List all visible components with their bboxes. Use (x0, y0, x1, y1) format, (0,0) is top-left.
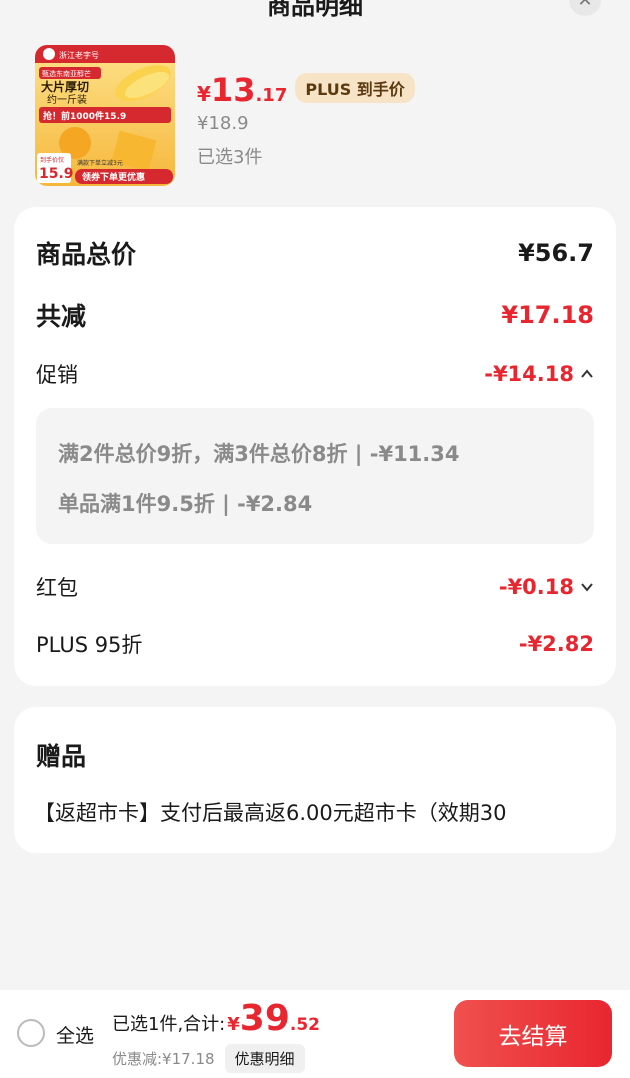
close-icon: ✕ (577, 0, 593, 11)
chevron-up-icon (581, 369, 593, 378)
product-summary: 浙江老字号 甄选东南亚醇芒 大片厚切 约一斤装 抢！前1000件15.9 到手价… (35, 45, 610, 187)
plus-discount-row: PLUS 95折 -¥2.82 (36, 629, 594, 659)
select-all-label[interactable]: 全选 (56, 1021, 94, 1048)
selected-count: 已选3件 (197, 147, 263, 168)
promo-details: 满2件总价9折，满3件总价8折 | -¥11.34 单品满1件9.5折 | -¥… (36, 408, 594, 544)
price-integer: 13 (210, 71, 256, 109)
brand-text: 浙江老字号 (59, 50, 99, 60)
redpacket-value: -¥0.18 (498, 575, 574, 599)
price-breakdown-card: 商品总价 ¥56.7 共减 ¥17.18 促销 -¥14.18 满2件总价9折，… (14, 207, 616, 686)
discount-detail-button[interactable]: 优惠明细 (224, 1044, 305, 1073)
promo-label: 促销 (36, 363, 78, 387)
gift-title: 赠品 (36, 742, 87, 771)
promo-text: 抢！前1000件15.9 (43, 110, 126, 122)
checkout-bar: 全选 已选1件,合计: ¥ 39 .52 优惠减:¥17.18 优惠明细 去结算 (0, 990, 630, 1078)
total-value: ¥56.7 (518, 239, 594, 267)
promo-detail-1: 满2件总价9折，满3件总价8折 | -¥11.34 (58, 442, 460, 466)
checkout-button[interactable]: 去结算 (454, 1000, 612, 1067)
reduce-row: 共减 ¥17.18 (36, 297, 594, 333)
reduce-value: ¥17.18 (501, 301, 594, 329)
reduce-label: 共减 (36, 302, 87, 331)
sum-label: 已选1件,合计: (112, 1014, 226, 1035)
sum-integer: 39 (239, 998, 290, 1039)
gift-card: 赠品 【返超市卡】支付后最高返6.00元超市卡（效期30 (14, 707, 616, 853)
discount-text: 优惠减:¥17.18 (112, 1050, 215, 1068)
image-price: 15.9 (39, 166, 74, 182)
plus-discount-value: -¥2.82 (518, 632, 594, 656)
gift-text: 【返超市卡】支付后最高返6.00元超市卡（效期30 (34, 801, 507, 825)
price-currency: ¥ (197, 82, 211, 106)
chevron-down-icon (581, 583, 593, 592)
headline-1: 大片厚切 (41, 79, 89, 94)
sub-text: 满款下单立减3元 (77, 159, 123, 167)
badge-text: 甄选东南亚醇芒 (42, 69, 91, 78)
promo-toggle[interactable]: -¥14.18 (484, 362, 594, 386)
sum-decimal: .52 (289, 1015, 321, 1035)
select-all-radio[interactable] (17, 1019, 45, 1047)
sum-row: 已选1件,合计: ¥ 39 .52 (112, 998, 320, 1039)
promo-detail-2: 单品满1件9.5折 | -¥2.84 (58, 492, 313, 516)
page-title: 商品明细 (267, 0, 363, 20)
plus-price: ¥ 13 .17 PLUS 到手价 (197, 71, 415, 109)
price-decimal: .17 (255, 85, 288, 106)
redpacket-toggle[interactable]: -¥0.18 (499, 575, 594, 599)
price-label: 到手价仅 (40, 156, 64, 164)
product-image[interactable]: 浙江老字号 甄选东南亚醇芒 大片厚切 约一斤装 抢！前1000件15.9 到手价… (35, 45, 175, 186)
original-price: ¥18.9 (197, 113, 249, 134)
sum-currency: ¥ (227, 1014, 240, 1035)
total-label: 商品总价 (36, 240, 137, 269)
plus-discount-label: PLUS 95折 (36, 633, 143, 657)
discount-row: 优惠减:¥17.18 优惠明细 (112, 1044, 305, 1073)
coupon-text: 领券下单更优惠 (82, 171, 145, 183)
promo-value: -¥14.18 (484, 362, 574, 386)
total-row: 商品总价 ¥56.7 (36, 235, 594, 271)
plus-price-tag: PLUS 到手价 (295, 73, 415, 103)
headline-2: 约一斤装 (47, 93, 87, 106)
promo-row[interactable]: 促销 -¥14.18 (36, 359, 594, 389)
redpacket-row[interactable]: 红包 -¥0.18 (36, 572, 594, 602)
redpacket-label: 红包 (36, 576, 78, 600)
